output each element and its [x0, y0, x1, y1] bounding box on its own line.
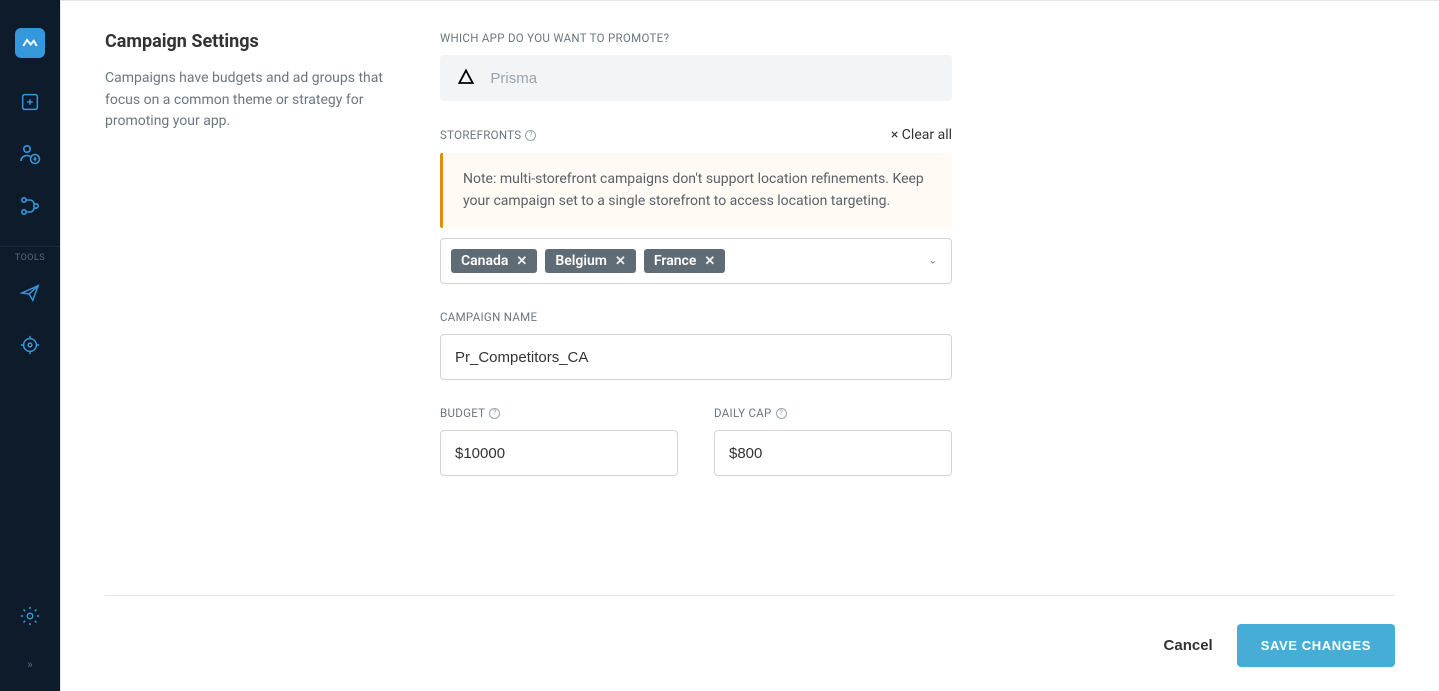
- clear-all-link[interactable]: × Clear all: [891, 127, 952, 143]
- settings-form: WHICH APP DO YOU WANT TO PROMOTE? STOREF…: [440, 31, 952, 577]
- app-field: WHICH APP DO YOU WANT TO PROMOTE?: [440, 31, 952, 101]
- daily-cap-input[interactable]: [714, 430, 952, 476]
- sidebar-section-label: TOOLS: [15, 253, 45, 263]
- storefronts-select[interactable]: Canada ✕ Belgium ✕ France ✕ ⌄: [440, 238, 952, 284]
- storefronts-field: STOREFRONTS ? × Clear all Note: multi-st…: [440, 127, 952, 284]
- page-title: Campaign Settings: [105, 31, 400, 52]
- sidebar-divider: [0, 246, 60, 247]
- daily-cap-label: DAILY CAP ?: [714, 406, 787, 420]
- campaign-name-field: CAMPAIGN NAME: [440, 310, 952, 380]
- budget-field: BUDGET ?: [440, 406, 678, 476]
- tag-label: Canada: [461, 253, 508, 269]
- storefront-tag: France ✕: [644, 249, 725, 273]
- main-panel: Campaign Settings Campaigns have budgets…: [60, 0, 1439, 691]
- daily-cap-field: DAILY CAP ?: [714, 406, 952, 476]
- budget-label: BUDGET ?: [440, 406, 500, 420]
- nav-target-icon[interactable]: [18, 333, 42, 357]
- sidebar: TOOLS »: [0, 0, 60, 691]
- nav-automation-icon[interactable]: [18, 194, 42, 218]
- budget-input[interactable]: [440, 430, 678, 476]
- nav-send-icon[interactable]: [18, 281, 42, 305]
- note-text: Note: multi-storefront campaigns don't s…: [463, 169, 932, 212]
- tag-label: France: [654, 253, 697, 269]
- help-icon[interactable]: ?: [489, 408, 500, 419]
- page-description: Campaigns have budgets and ad groups tha…: [105, 68, 400, 133]
- storefronts-label: STOREFRONTS ?: [440, 128, 536, 142]
- cancel-button[interactable]: Cancel: [1164, 637, 1213, 654]
- app-input[interactable]: [490, 70, 936, 87]
- tag-remove-icon[interactable]: ✕: [704, 254, 715, 269]
- nav-user-money-icon[interactable]: [18, 142, 42, 166]
- tag-label: Belgium: [555, 253, 607, 269]
- campaign-name-label: CAMPAIGN NAME: [440, 310, 537, 324]
- help-icon[interactable]: ?: [525, 130, 536, 141]
- storefront-tag: Canada ✕: [451, 249, 537, 273]
- chevron-down-icon[interactable]: ⌄: [929, 256, 937, 267]
- app-select[interactable]: [440, 55, 952, 101]
- expand-sidebar-icon[interactable]: »: [27, 658, 32, 671]
- nav-add-icon[interactable]: [18, 90, 42, 114]
- campaign-name-input[interactable]: [440, 334, 952, 380]
- storefronts-note: Note: multi-storefront campaigns don't s…: [440, 153, 952, 228]
- app-logo[interactable]: [15, 28, 45, 58]
- prisma-app-icon: [456, 67, 476, 89]
- save-button[interactable]: SAVE CHANGES: [1237, 624, 1395, 667]
- settings-description-column: Campaign Settings Campaigns have budgets…: [105, 31, 440, 577]
- storefront-tag: Belgium ✕: [545, 249, 636, 273]
- help-icon[interactable]: ?: [776, 408, 787, 419]
- tag-remove-icon[interactable]: ✕: [516, 254, 527, 269]
- form-footer: Cancel SAVE CHANGES: [61, 596, 1439, 691]
- app-field-label: WHICH APP DO YOU WANT TO PROMOTE?: [440, 31, 669, 45]
- tag-remove-icon[interactable]: ✕: [615, 254, 626, 269]
- settings-icon[interactable]: [18, 604, 42, 628]
